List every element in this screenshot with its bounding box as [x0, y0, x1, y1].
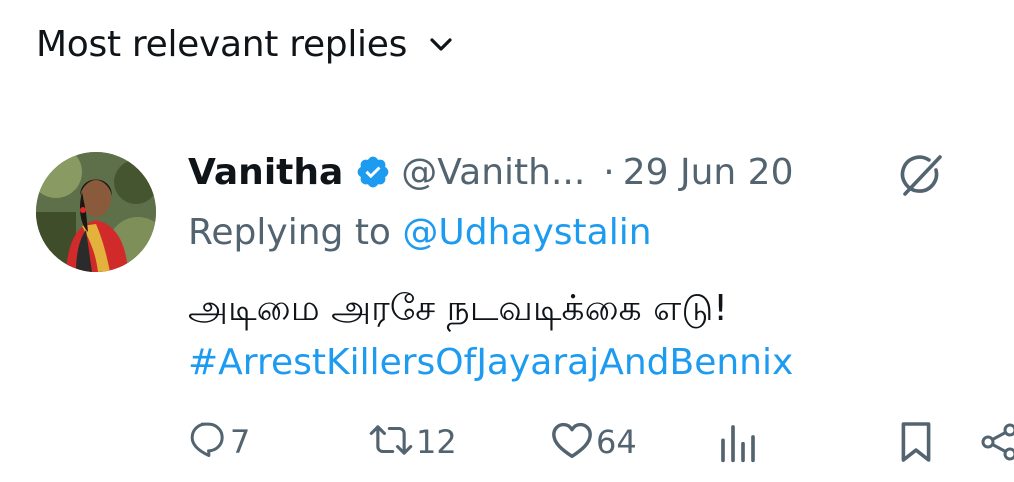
bookmark-button[interactable] — [898, 420, 934, 468]
views-button[interactable] — [718, 420, 758, 468]
verified-badge-icon — [355, 154, 391, 190]
like-count: 64 — [596, 423, 637, 461]
replies-sort-dropdown[interactable]: Most relevant replies — [36, 24, 453, 65]
reply-icon — [188, 420, 228, 464]
display-name[interactable]: Vanitha — [188, 152, 343, 193]
reply-date[interactable]: 29 Jun 20 — [623, 152, 794, 193]
hashtag-link[interactable]: #ArrestKillersOfJayarajAndBennix — [188, 342, 793, 383]
reply-meta-row: Vanitha @Vanith... · 29 Jun 20 — [188, 144, 794, 200]
reply-button[interactable]: 7 — [188, 420, 250, 464]
sort-label: Most relevant replies — [36, 24, 408, 65]
bookmark-icon — [898, 420, 934, 468]
heart-icon — [550, 420, 594, 464]
reply-text: அடிமை அரசே நடவடிக்கை எடு! — [188, 288, 728, 329]
avatar[interactable] — [36, 152, 156, 272]
reply-thread-page: Most relevant replies Vanitha @Vanith...… — [0, 0, 1014, 482]
analytics-icon — [718, 420, 758, 468]
like-button[interactable]: 64 — [550, 420, 637, 464]
grok-icon[interactable] — [896, 150, 946, 204]
replying-to-prefix: Replying to — [188, 212, 391, 253]
chevron-down-icon — [429, 37, 453, 57]
reply-count: 7 — [230, 423, 251, 461]
repost-icon — [368, 420, 414, 464]
user-handle[interactable]: @Vanith... — [401, 152, 585, 193]
meta-separator: · — [603, 151, 615, 193]
replying-to-mention[interactable]: @Udhaystalin — [402, 212, 651, 253]
share-button[interactable] — [980, 420, 1014, 468]
repost-count: 12 — [416, 423, 457, 461]
share-icon — [980, 420, 1014, 468]
repost-button[interactable]: 12 — [368, 420, 457, 464]
replying-to-line: Replying to @Udhaystalin — [188, 212, 652, 253]
